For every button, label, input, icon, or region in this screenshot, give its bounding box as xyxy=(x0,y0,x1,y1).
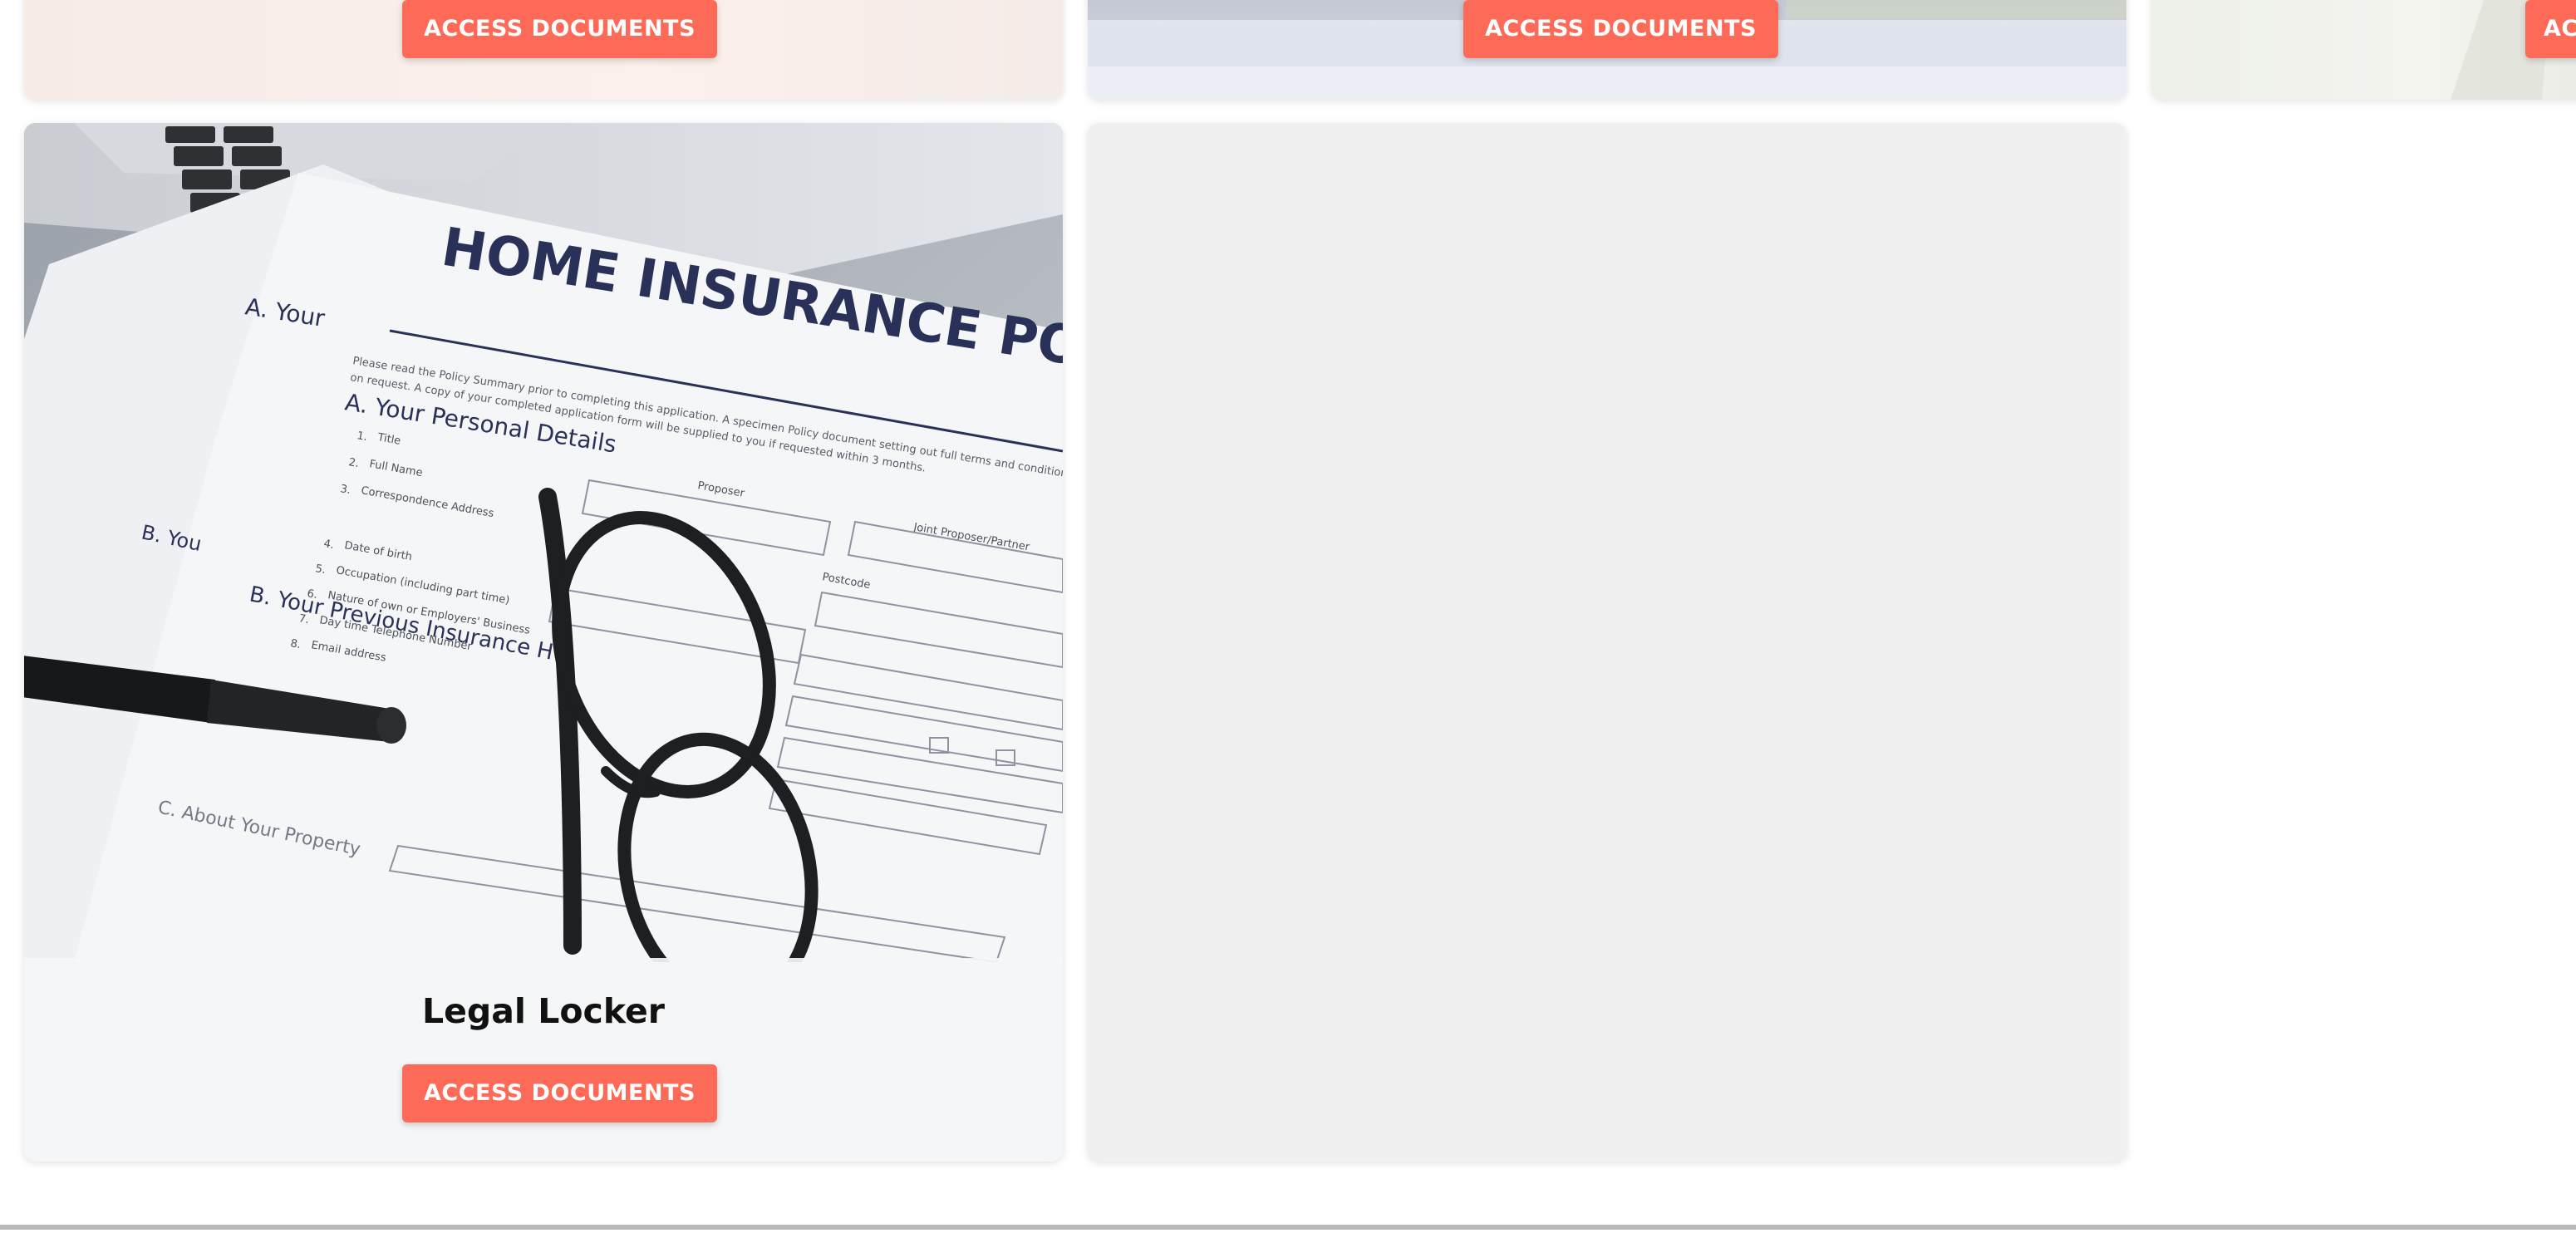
insurance-policy-photo: HOME INSURANCE POLICY Please read the Po… xyxy=(24,123,1063,962)
card-legal-locker: HOME INSURANCE POLICY Please read the Po… xyxy=(24,123,1063,1162)
card-title: Legal Locker xyxy=(421,991,666,1031)
svg-text:5.: 5. xyxy=(314,562,327,577)
svg-text:7.: 7. xyxy=(297,612,310,626)
footer-divider xyxy=(0,1225,2576,1230)
access-documents-button[interactable]: ACCESS DOCUMENTS xyxy=(402,1064,717,1122)
svg-text:4.: 4. xyxy=(322,538,335,552)
svg-text:8.: 8. xyxy=(289,637,302,651)
card-placeholder xyxy=(1088,123,2126,1162)
access-documents-button[interactable]: ACCESS DOCUMENTS xyxy=(1463,0,1778,58)
access-documents-button[interactable]: ACC xyxy=(2525,0,2576,58)
svg-text:1.: 1. xyxy=(356,430,368,444)
card-caption: Legal Locker ACCESS DOCUMENTS xyxy=(24,958,1063,1162)
card-top-right: ACC xyxy=(2151,0,2576,100)
svg-text:2.: 2. xyxy=(347,456,360,470)
card-photo-plant xyxy=(2451,0,2550,100)
access-documents-button[interactable]: ACCESS DOCUMENTS xyxy=(402,0,717,58)
card-top-middle: ACCESS DOCUMENTS xyxy=(1088,0,2126,100)
card-top-left: ACCESS DOCUMENTS xyxy=(24,0,1063,100)
svg-text:3.: 3. xyxy=(339,483,351,497)
svg-text:6.: 6. xyxy=(306,587,318,602)
